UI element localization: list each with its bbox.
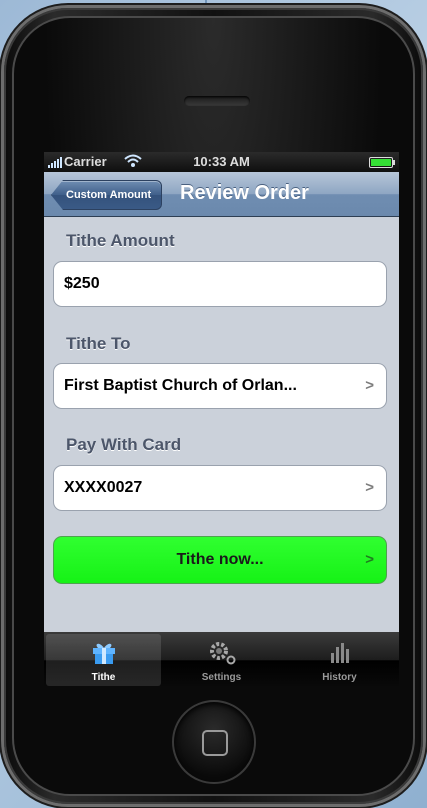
- chevron-right-icon: >: [365, 377, 374, 394]
- chevron-right-icon: >: [365, 551, 374, 568]
- tithe-amount-label: Tithe Amount: [66, 231, 175, 250]
- navigation-bar: Custom Amount Review Order: [44, 172, 399, 217]
- tithe-to-value: First Baptist Church of Orlan...: [64, 377, 297, 394]
- pay-with-card-field[interactable]: XXXX0027 >: [53, 465, 387, 511]
- battery-icon: [369, 157, 395, 168]
- earpiece-speaker: [184, 96, 250, 106]
- tithe-to-label: Tithe To: [66, 334, 131, 353]
- status-time: 10:33 AM: [193, 154, 250, 169]
- home-button[interactable]: [172, 700, 256, 784]
- pay-with-card-value: XXXX0027: [64, 479, 143, 496]
- tithe-now-button[interactable]: Tithe now... >: [53, 536, 387, 584]
- tab-history[interactable]: History: [282, 634, 397, 686]
- tab-history-label: History: [322, 672, 357, 683]
- back-button[interactable]: Custom Amount: [51, 180, 163, 210]
- home-square-icon: [202, 730, 228, 756]
- tithe-now-label: Tithe now...: [176, 551, 264, 568]
- status-bar: Carrier 10:33 AM: [44, 152, 399, 172]
- page-title: Review Order: [180, 182, 309, 204]
- gear-icon: [164, 639, 279, 665]
- tab-tithe-label: Tithe: [91, 672, 116, 683]
- tab-tithe[interactable]: Tithe: [46, 634, 161, 686]
- tab-settings[interactable]: Settings: [164, 634, 279, 686]
- order-content: Tithe Amount $250 Tithe To First Baptist…: [44, 217, 399, 632]
- gift-icon: [46, 639, 161, 665]
- tithe-amount-value: $250: [64, 275, 100, 292]
- tab-bar: Tithe Settings History: [44, 632, 399, 688]
- bar-chart-icon: [282, 639, 397, 665]
- tithe-to-field[interactable]: First Baptist Church of Orlan... >: [53, 363, 387, 409]
- tithe-amount-field[interactable]: $250: [53, 261, 387, 307]
- tab-settings-label: Settings: [201, 672, 242, 683]
- phone-screen: Carrier 10:33 AM Custom Amount Review Or…: [44, 152, 399, 688]
- pay-with-card-label: Pay With Card: [66, 435, 182, 454]
- chevron-right-icon: >: [365, 479, 374, 496]
